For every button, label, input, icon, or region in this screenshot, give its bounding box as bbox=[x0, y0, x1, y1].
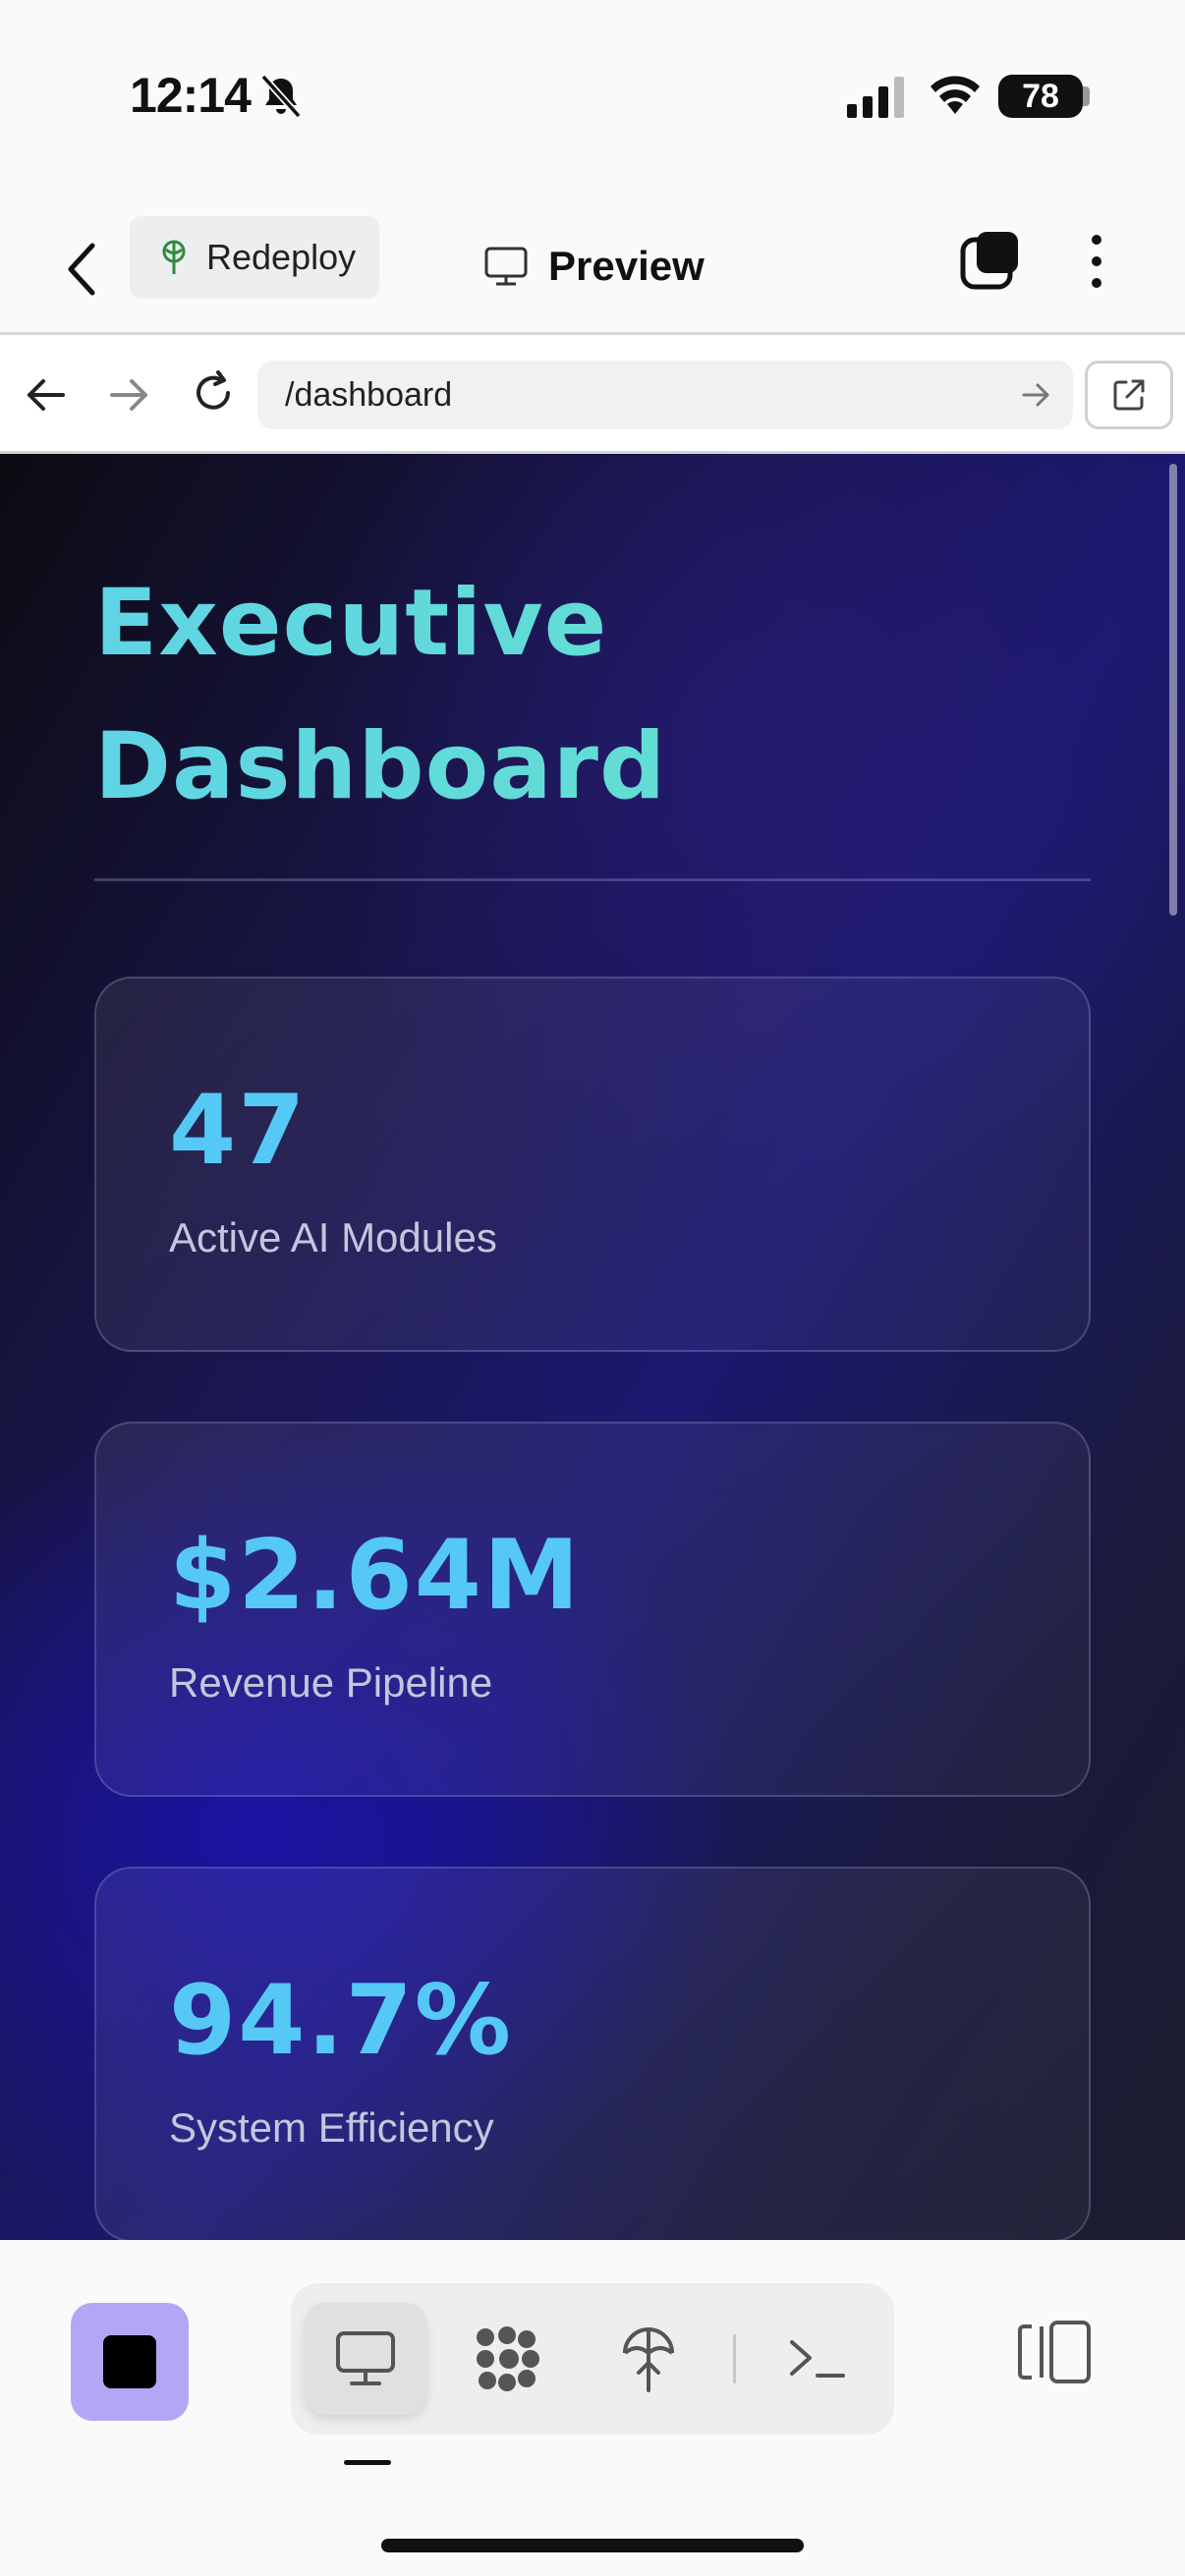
browser-bar: /dashboard bbox=[0, 332, 1185, 454]
metric-value: $2.64M bbox=[169, 1520, 582, 1632]
cellular-signal-icon bbox=[847, 77, 904, 118]
battery-cap bbox=[1083, 86, 1090, 106]
metric-card-revenue: $2.64M Revenue Pipeline bbox=[94, 1422, 1091, 1797]
dashboard-title: Executive Dashboard bbox=[94, 552, 979, 839]
status-time: 12:14 bbox=[130, 68, 252, 123]
metric-card-ai-modules: 47 Active AI Modules bbox=[94, 977, 1091, 1352]
more-vertical-icon[interactable] bbox=[1077, 230, 1116, 293]
metric-label: System Efficiency bbox=[169, 2104, 494, 2151]
tabs-icon[interactable] bbox=[959, 230, 1022, 293]
preview-viewport[interactable]: Executive Dashboard 47 Active AI Modules… bbox=[0, 454, 1185, 2240]
back-chevron-icon[interactable] bbox=[57, 234, 106, 305]
bell-muted-icon bbox=[260, 74, 302, 119]
view-switcher bbox=[291, 2283, 894, 2435]
battery-indicator: 78 bbox=[998, 75, 1083, 118]
arrow-right-icon[interactable] bbox=[106, 372, 151, 418]
deploy-button[interactable] bbox=[588, 2303, 709, 2415]
external-link-icon bbox=[1113, 379, 1145, 411]
metric-card-efficiency: 94.7% System Efficiency bbox=[94, 1867, 1091, 2240]
deploy-icon bbox=[623, 2327, 674, 2392]
terminal-button[interactable] bbox=[757, 2303, 878, 2415]
desktop-icon bbox=[336, 2331, 395, 2385]
preview-title: Preview bbox=[483, 232, 705, 301]
scrollbar-thumb[interactable] bbox=[1169, 464, 1177, 916]
metric-value: 94.7% bbox=[169, 1965, 513, 2077]
terminal-icon bbox=[790, 2340, 845, 2378]
active-tab-indicator bbox=[344, 2460, 391, 2465]
url-text: /dashboard bbox=[285, 375, 453, 414]
preview-label: Preview bbox=[548, 243, 705, 289]
grid-dots-icon bbox=[477, 2326, 539, 2391]
go-arrow-icon[interactable] bbox=[1020, 379, 1051, 411]
title-line-2: Dashboard bbox=[94, 713, 667, 820]
deploy-tree-icon bbox=[162, 240, 186, 274]
segment-divider bbox=[733, 2334, 736, 2383]
bottom-toolbar bbox=[0, 2240, 1185, 2576]
reload-icon[interactable] bbox=[189, 368, 238, 418]
title-divider bbox=[94, 878, 1091, 881]
url-input[interactable]: /dashboard bbox=[257, 361, 1073, 429]
home-indicator bbox=[381, 2539, 804, 2552]
metric-label: Active AI Modules bbox=[169, 1214, 497, 1260]
redeploy-label: Redeploy bbox=[206, 237, 357, 277]
monitor-icon bbox=[484, 247, 528, 286]
redeploy-button[interactable]: Redeploy bbox=[130, 216, 379, 299]
wifi-icon bbox=[931, 76, 980, 114]
app-header: Redeploy Preview bbox=[0, 206, 1185, 334]
status-bar: 12:14 78 bbox=[0, 0, 1185, 187]
desktop-view-button[interactable] bbox=[305, 2303, 426, 2415]
title-line-1: Executive bbox=[94, 570, 608, 677]
stop-button[interactable] bbox=[71, 2303, 189, 2421]
panel-icon[interactable] bbox=[1012, 2311, 1095, 2393]
metric-label: Revenue Pipeline bbox=[169, 1659, 493, 1706]
stop-icon bbox=[103, 2335, 156, 2388]
arrow-left-icon[interactable] bbox=[24, 372, 69, 418]
modules-button[interactable] bbox=[446, 2303, 568, 2415]
mobile-screen: 12:14 78 Redeploy Preview /dashboard Exe… bbox=[0, 0, 1185, 2576]
metric-value: 47 bbox=[169, 1075, 308, 1187]
open-external-button[interactable] bbox=[1085, 361, 1173, 429]
